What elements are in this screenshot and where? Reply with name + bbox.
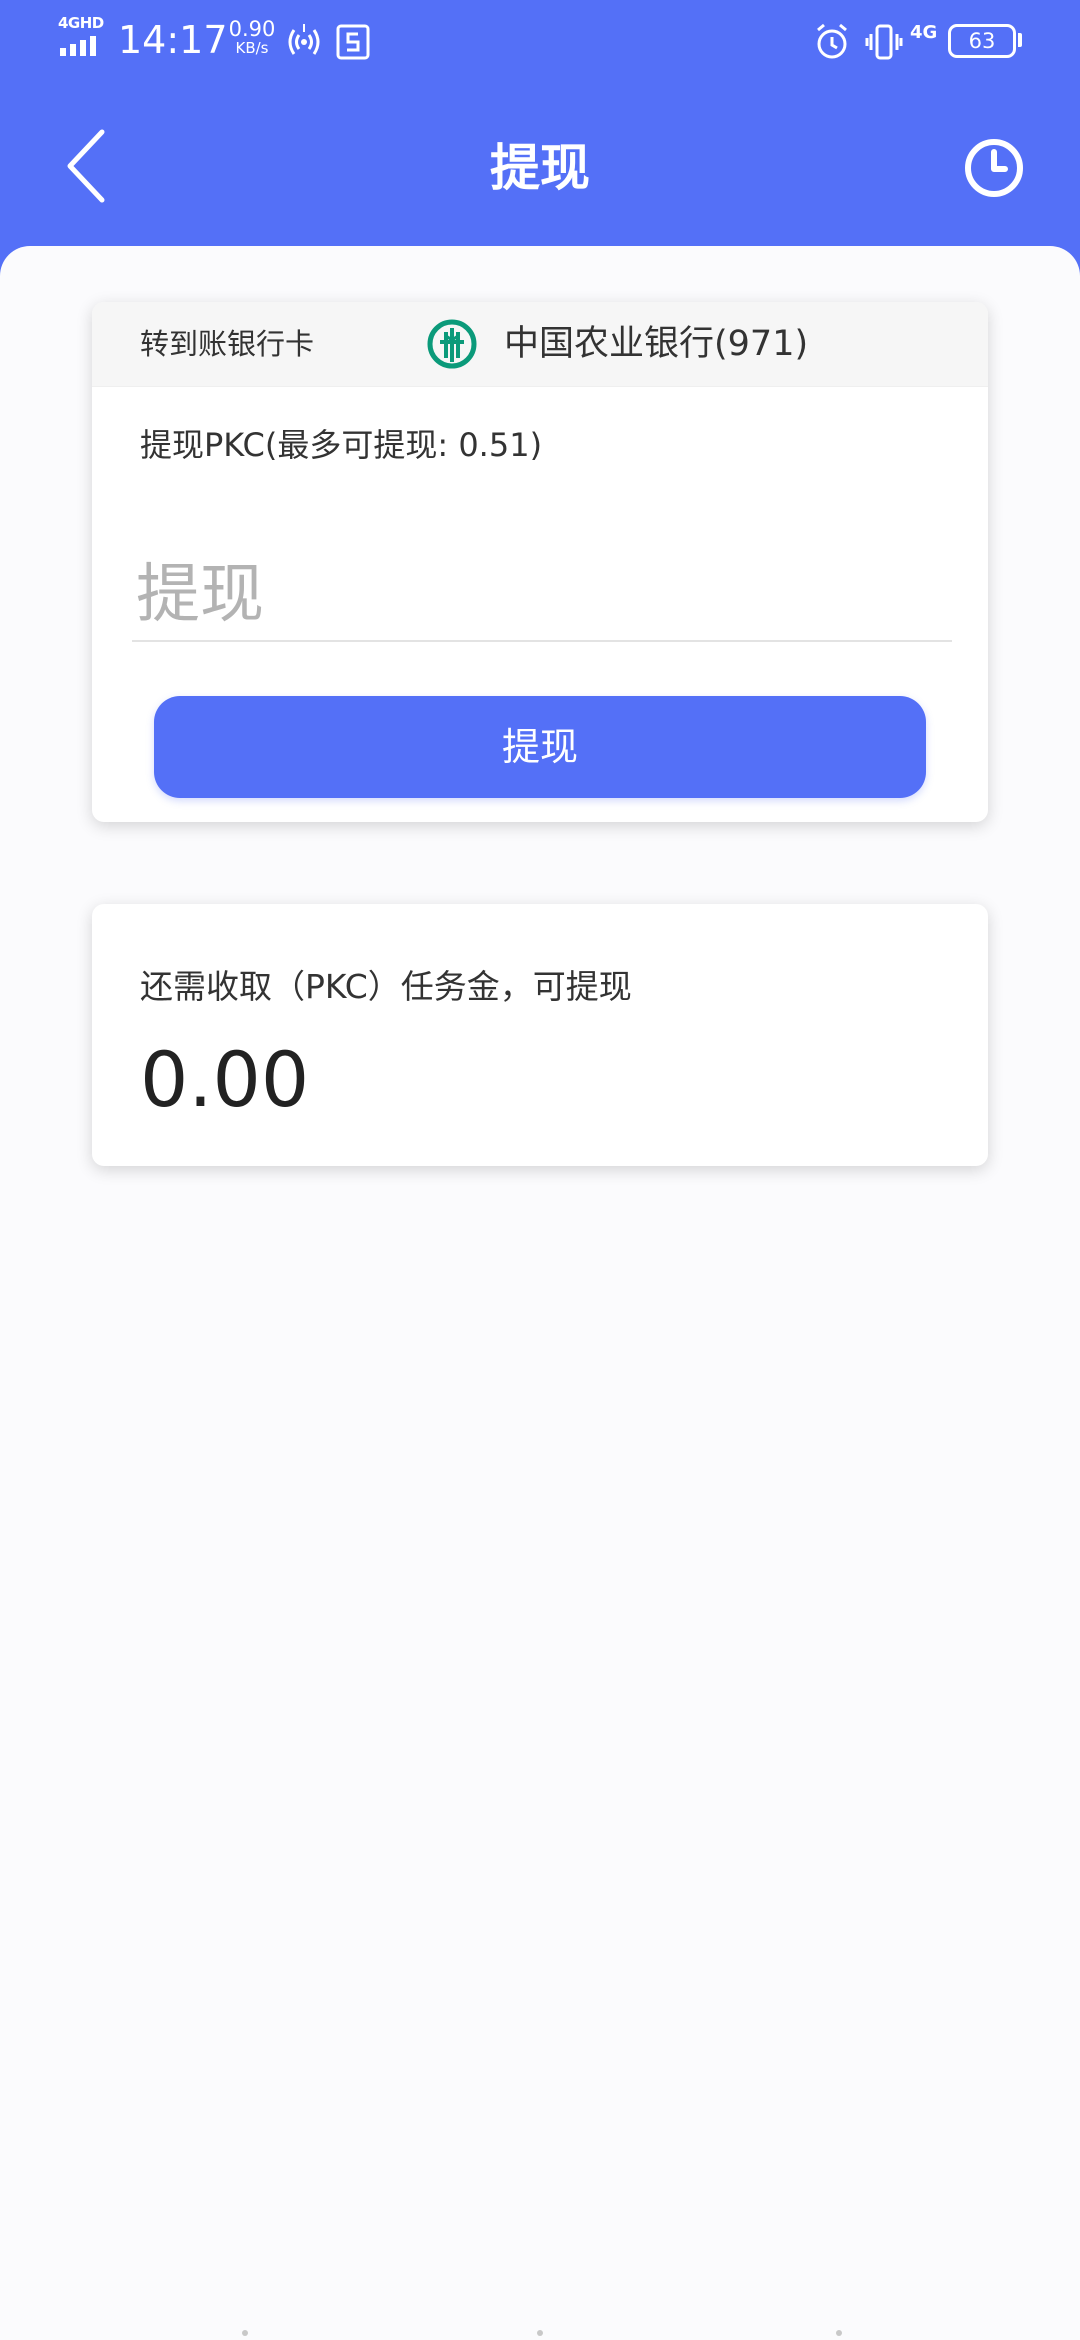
- task-fund-label: 还需收取（PKC）任务金，可提现: [140, 967, 632, 1006]
- gesture-nav-dot: [537, 2330, 543, 2336]
- status-bar: 4GHD 14:17 0.90 KB/s 4G 63: [0, 0, 1080, 86]
- withdraw-card: 转到账银行卡 中国农业银行(971) 提现PKC(最多可提现: 0.51) 提现: [92, 302, 988, 822]
- bank-name[interactable]: 中国农业银行(971): [504, 302, 808, 386]
- vibrate-icon: [865, 24, 903, 60]
- withdraw-submit-button[interactable]: 提现: [154, 696, 926, 798]
- screenshot-icon: [336, 24, 370, 60]
- network-type-label: 4GHD: [58, 14, 104, 32]
- task-fund-value: 0.00: [140, 1035, 310, 1124]
- signal-icon: [60, 36, 96, 56]
- withdraw-amount-label: 提现PKC(最多可提现: 0.51): [140, 426, 543, 464]
- alarm-icon: [817, 23, 847, 59]
- mobile-data-4g-icon: 4G: [910, 22, 938, 43]
- task-fund-card: 还需收取（PKC）任务金，可提现 0.00: [92, 904, 988, 1166]
- clock-icon: [965, 139, 1023, 197]
- network-speed-value: 0.90: [228, 17, 276, 41]
- header-bar: 提现: [0, 86, 1080, 246]
- history-button[interactable]: [958, 132, 1030, 204]
- gesture-nav-dot: [836, 2330, 842, 2336]
- network-speed: 0.90 KB/s: [226, 17, 278, 58]
- gesture-nav-dot: [242, 2330, 248, 2336]
- bank-card-row[interactable]: 转到账银行卡 中国农业银行(971): [92, 302, 988, 387]
- hotspot-icon: [288, 24, 320, 55]
- battery-percent: 63: [968, 29, 996, 53]
- network-speed-unit: KB/s: [235, 39, 269, 57]
- withdraw-amount-input[interactable]: [132, 550, 952, 642]
- battery-tip: [1018, 33, 1022, 47]
- abc-bank-logo-icon: [427, 319, 477, 369]
- clock-time: 14:17: [118, 18, 228, 62]
- content-sheet: 转到账银行卡 中国农业银行(971) 提现PKC(最多可提现: 0.51) 提现…: [0, 246, 1080, 2340]
- bank-row-label: 转到账银行卡: [140, 327, 315, 361]
- page-title: 提现: [490, 139, 590, 197]
- battery-icon: 63: [948, 24, 1016, 58]
